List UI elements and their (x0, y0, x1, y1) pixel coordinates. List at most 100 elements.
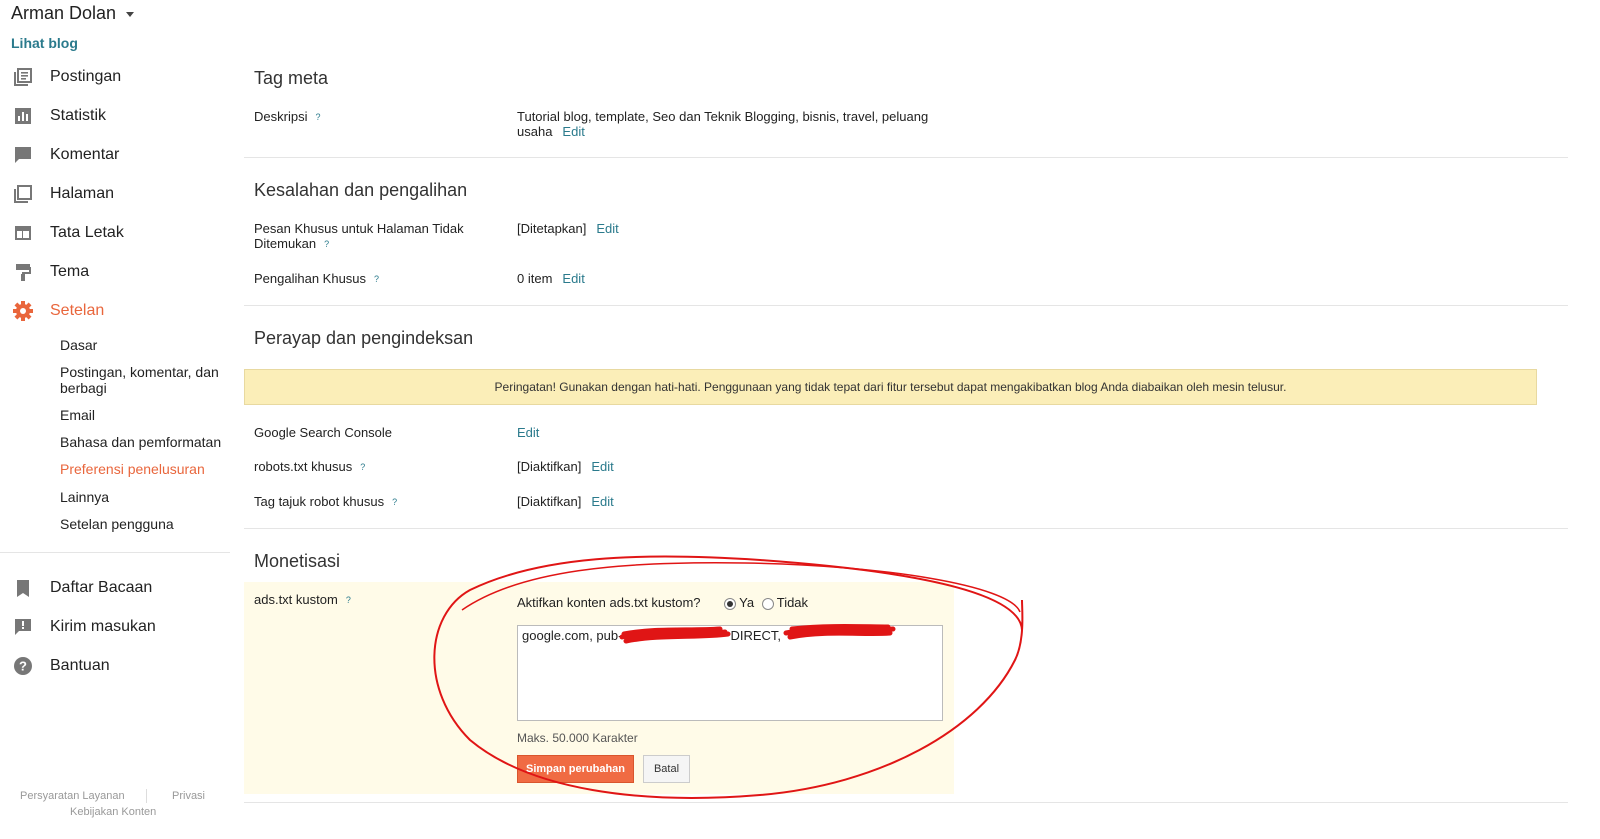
comment-icon (12, 144, 34, 166)
value-text: [Diaktifkan] (517, 494, 582, 509)
robots-value: [Diaktifkan] Edit (517, 459, 614, 474)
section-title-monetization: Monetisasi (254, 551, 341, 571)
edit-robot-tags-link[interactable]: Edit (591, 494, 613, 509)
help-icon[interactable]: ? (315, 110, 320, 125)
sidebar-item-label: Daftar Bacaan (50, 579, 153, 596)
char-limit-hint: Maks. 50.000 Karakter (517, 731, 638, 745)
edit-robots-link[interactable]: Edit (591, 459, 613, 474)
sidebar-item-settings[interactable]: Setelan (12, 296, 104, 326)
sidebar-item-reading-list[interactable]: Daftar Bacaan (12, 573, 152, 603)
sidebar-item-theme[interactable]: Tema (12, 257, 89, 287)
posts-icon (12, 66, 34, 88)
redirect-label: Pengalihan Khusus? (254, 271, 484, 287)
radio-no-label: Tidak (776, 595, 809, 610)
sidebar-item-label: Halaman (50, 185, 115, 202)
cancel-button[interactable]: Batal (643, 755, 690, 783)
layout-icon (12, 222, 34, 244)
redirect-value: 0 item Edit (517, 271, 585, 286)
save-changes-button[interactable]: Simpan perubahan (517, 755, 634, 783)
radio-yes-option[interactable]: Ya (724, 595, 758, 610)
settings-sub-email[interactable]: Email (60, 407, 230, 423)
settings-sub-language[interactable]: Bahasa dan pemformatan (60, 434, 230, 450)
footer-content-policy-link[interactable]: Kebijakan Konten (70, 806, 156, 818)
svg-text:?: ? (19, 659, 27, 674)
sidebar-item-label: Tema (50, 263, 90, 280)
footer-privacy-link[interactable]: Privasi (172, 790, 205, 802)
gear-icon (12, 300, 34, 322)
robot-tags-value: [Diaktifkan] Edit (517, 494, 614, 509)
sidebar-item-layout[interactable]: Tata Letak (12, 218, 124, 248)
description-line2: usaha (517, 124, 553, 139)
section-divider (244, 802, 1568, 803)
edit-not-found-link[interactable]: Edit (596, 221, 618, 236)
stats-icon (12, 105, 34, 127)
edit-description-link[interactable]: Edit (562, 124, 584, 139)
section-title-crawl: Perayap dan pengindeksan (254, 328, 474, 348)
description-label: Deskripsi? (254, 109, 484, 125)
help-icon[interactable]: ? (374, 272, 379, 287)
section-title-errors: Kesalahan dan pengalihan (254, 180, 468, 200)
help-icon: ? (12, 655, 34, 677)
sidebar-item-help[interactable]: ? Bantuan (12, 651, 110, 681)
sidebar-item-label: Tata Letak (50, 224, 124, 241)
caret-down-icon (126, 12, 135, 17)
section-title-meta: Tag meta (254, 68, 329, 88)
sidebar-item-comments[interactable]: Komentar (12, 140, 119, 170)
sidebar-item-posts[interactable]: Postingan (12, 62, 121, 92)
footer-separator (146, 789, 147, 803)
bookmark-icon (12, 577, 34, 599)
account-menu[interactable]: Arman Dolan (11, 3, 135, 24)
label-line2: Ditemukan (254, 236, 317, 251)
settings-sub-search-prefs[interactable]: Preferensi penelusuran (60, 461, 230, 477)
edit-redirect-link[interactable]: Edit (562, 271, 584, 286)
settings-sub-other[interactable]: Lainnya (60, 489, 230, 505)
label-text: ads.txt kustom (254, 592, 338, 607)
ads-txt-question: Aktifkan konten ads.txt kustom? (517, 595, 701, 610)
sidebar-item-label: Bantuan (50, 657, 110, 674)
robots-label: robots.txt khusus? (254, 459, 484, 475)
settings-sub-basic[interactable]: Dasar (60, 337, 230, 353)
radio-yes-label: Ya (739, 595, 755, 610)
label-text: Deskripsi (254, 109, 308, 124)
pages-icon (12, 183, 34, 205)
edit-search-console-link[interactable]: Edit (517, 425, 539, 440)
warning-banner: Peringatan! Gunakan dengan hati-hati. Pe… (244, 369, 1537, 405)
radio-no[interactable] (761, 597, 774, 610)
label-line1: Pesan Khusus untuk Halaman Tidak (254, 221, 464, 236)
help-icon[interactable]: ? (392, 495, 397, 510)
ads-txt-label: ads.txt kustom? (254, 592, 484, 608)
sidebar-item-feedback[interactable]: Kirim masukan (12, 612, 156, 642)
label-text: Tag tajuk robot khusus (254, 494, 385, 509)
not-found-value: [Ditetapkan] Edit (517, 221, 619, 236)
label-text: Pengalihan Khusus (254, 271, 367, 286)
footer-terms-link[interactable]: Persyaratan Layanan (20, 790, 125, 802)
sidebar-item-label: Kirim masukan (50, 618, 156, 635)
settings-sub-users[interactable]: Setelan pengguna (60, 516, 230, 532)
ads-txt-content: google.com, pub- (522, 628, 623, 643)
help-icon[interactable]: ? (360, 460, 365, 475)
help-icon[interactable]: ? (324, 237, 329, 252)
radio-yes[interactable] (724, 597, 737, 610)
description-line1: Tutorial blog, template, Seo dan Teknik … (517, 109, 929, 124)
feedback-icon (12, 616, 34, 638)
user-name: Arman Dolan (11, 3, 117, 23)
section-divider (244, 305, 1568, 306)
section-divider (244, 528, 1568, 529)
label-text: robots.txt khusus (254, 459, 353, 474)
view-blog-link[interactable]: Lihat blog (11, 35, 78, 51)
ads-txt-textarea[interactable]: google.com, pub- DIRECT, (517, 625, 943, 721)
sidebar-item-pages[interactable]: Halaman (12, 179, 114, 209)
ads-txt-question-row: Aktifkan konten ads.txt kustom? Ya Tidak (517, 595, 808, 610)
ads-txt-content-mid: DIRECT, (730, 628, 782, 643)
radio-no-option[interactable]: Tidak (761, 595, 809, 610)
sidebar-item-stats[interactable]: Statistik (12, 101, 106, 131)
value-text: [Diaktifkan] (517, 459, 582, 474)
robot-tags-label: Tag tajuk robot khusus? (254, 494, 484, 510)
sidebar-divider (0, 552, 230, 553)
sidebar-item-label: Komentar (50, 146, 120, 163)
value-text: 0 item (517, 271, 553, 286)
settings-sub-posts[interactable]: Postingan, komentar, dan berbagi (60, 364, 230, 396)
section-divider (244, 157, 1568, 158)
help-icon[interactable]: ? (346, 593, 351, 608)
theme-icon (12, 261, 34, 283)
